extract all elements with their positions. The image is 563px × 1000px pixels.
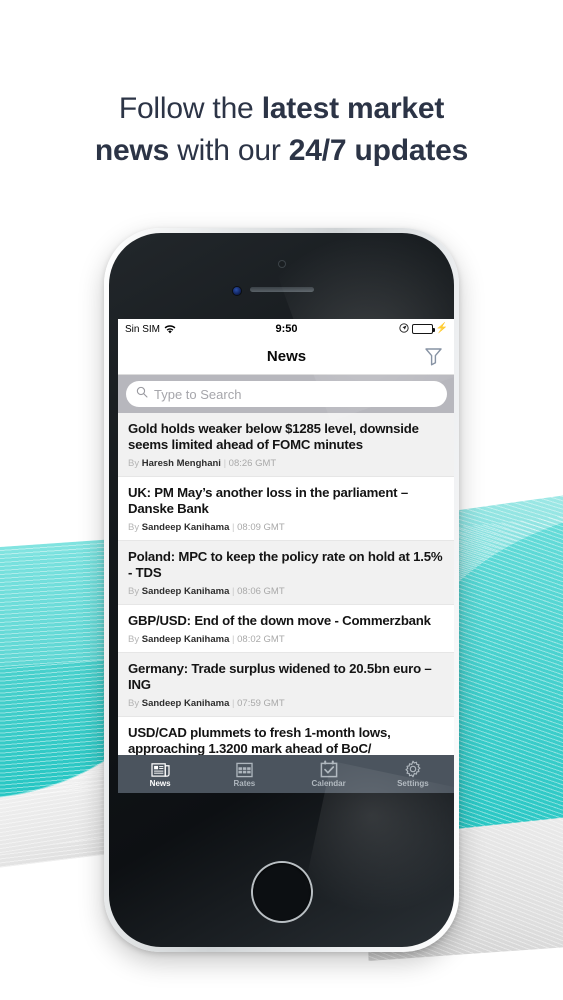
phone-body: Sin SIM 9:50 ⚡ News Type to Search Gold … — [109, 233, 454, 947]
gear-icon — [404, 760, 422, 778]
news-author: Haresh Menghani — [141, 458, 221, 469]
news-title: UK: PM May’s another loss in the parliam… — [128, 485, 408, 516]
tab-label-calendar: Calendar — [311, 779, 346, 788]
news-title: USD/CAD plummets to fresh 1-month lows, … — [128, 725, 391, 756]
proximity-sensor-icon — [232, 287, 241, 295]
news-author: Sandeep Kanihama — [141, 698, 230, 709]
list-item[interactable]: GBP/USD: End of the down move - Commerzb… — [118, 605, 454, 653]
search-placeholder: Type to Search — [154, 386, 242, 402]
headline-text-bold-2: news — [94, 134, 170, 167]
news-by-label: By — [128, 698, 140, 709]
news-meta: By Sandeep Kanihama | 08:09 GMT — [128, 522, 445, 533]
home-button[interactable] — [252, 863, 311, 921]
newspaper-icon — [151, 760, 170, 778]
grid-table-icon — [236, 760, 253, 778]
tab-rates[interactable]: Rates — [202, 760, 286, 788]
search-bar-container: Type to Search — [118, 375, 454, 413]
lightning-bolt-icon: ⚡ — [435, 323, 448, 334]
news-author: Sandeep Kanihama — [141, 634, 230, 645]
list-item[interactable]: Gold holds weaker below $1285 level, dow… — [118, 413, 454, 477]
status-bar: Sin SIM 9:50 ⚡ — [118, 319, 454, 339]
bottom-tab-bar: News Rates Calendar Settings — [118, 755, 454, 793]
list-item[interactable]: Germany: Trade surplus widened to 20.5bn… — [118, 653, 454, 717]
phone-screen: Sin SIM 9:50 ⚡ News Type to Search Gold … — [118, 319, 454, 793]
news-meta-separator: | — [232, 586, 235, 597]
search-input[interactable]: Type to Search — [126, 381, 447, 407]
calendar-check-icon — [320, 760, 338, 778]
status-bar-left: Sin SIM — [125, 324, 275, 335]
tab-label-news: News — [149, 779, 171, 788]
news-meta: By Sandeep Kanihama | 08:06 GMT — [128, 586, 445, 597]
wifi-icon — [164, 324, 176, 334]
tab-label-settings: Settings — [397, 779, 429, 788]
news-meta-separator: | — [223, 458, 227, 469]
news-by-label: By — [128, 586, 140, 597]
list-item[interactable]: Poland: MPC to keep the policy rate on h… — [118, 541, 454, 605]
news-list[interactable]: Gold holds weaker below $1285 level, dow… — [118, 413, 454, 765]
status-bar-time: 9:50 — [275, 323, 298, 335]
headline-text-bold-3: 24/7 updates — [288, 134, 469, 167]
news-title: Poland: MPC to keep the policy rate on h… — [128, 549, 443, 580]
news-by-label: By — [128, 458, 140, 469]
headline-text-regular-2: with our — [169, 134, 289, 167]
promo-headline: Follow the latest market news with our 2… — [0, 88, 563, 172]
news-meta: By Sandeep Kanihama | 07:59 GMT — [128, 698, 445, 709]
page-title: News — [266, 348, 307, 365]
news-author: Sandeep Kanihama — [141, 522, 230, 533]
news-title: GBP/USD: End of the down move - Commerzb… — [128, 613, 431, 628]
phone-mockup: Sin SIM 9:50 ⚡ News Type to Search Gold … — [104, 228, 459, 952]
news-title: Germany: Trade surplus widened to 20.5bn… — [128, 661, 432, 692]
search-icon — [136, 385, 148, 403]
headline-text-bold: latest market — [261, 92, 445, 125]
battery-icon — [411, 324, 435, 334]
news-title: Gold holds weaker below $1285 level, dow… — [128, 421, 419, 452]
status-bar-right: ⚡ — [298, 322, 448, 336]
tab-label-rates: Rates — [233, 779, 256, 788]
news-meta-separator: | — [232, 522, 235, 533]
news-author: Sandeep Kanihama — [141, 586, 230, 597]
tab-calendar[interactable]: Calendar — [287, 760, 371, 788]
list-item[interactable]: UK: PM May’s another loss in the parliam… — [118, 477, 454, 541]
news-meta-separator: | — [232, 698, 235, 709]
news-meta: By Haresh Menghani | 08:26 GMT — [128, 458, 445, 469]
carrier-label: Sin SIM — [125, 323, 161, 335]
news-time: 08:26 GMT — [228, 458, 277, 469]
funnel-filter-icon[interactable] — [421, 345, 445, 369]
promo-screenshot: Follow the latest market news with our 2… — [0, 0, 563, 1000]
front-camera-icon — [278, 261, 285, 267]
news-meta: By Sandeep Kanihama | 08:02 GMT — [128, 634, 445, 645]
news-by-label: By — [128, 522, 140, 533]
app-navbar: News — [118, 339, 454, 375]
news-time: 08:09 GMT — [237, 522, 285, 533]
news-time: 08:02 GMT — [237, 634, 285, 645]
location-arrow-icon — [398, 322, 409, 336]
news-time: 07:59 GMT — [237, 698, 285, 709]
earpiece-speaker — [249, 287, 314, 292]
tab-news[interactable]: News — [118, 760, 202, 788]
headline-line-1: Follow the latest market — [0, 88, 563, 130]
news-meta-separator: | — [232, 634, 235, 645]
news-time: 08:06 GMT — [237, 586, 285, 597]
tab-settings[interactable]: Settings — [371, 760, 454, 788]
headline-text-regular: Follow the — [118, 92, 262, 125]
news-by-label: By — [128, 634, 140, 645]
headline-line-2: news with our 24/7 updates — [0, 130, 563, 172]
